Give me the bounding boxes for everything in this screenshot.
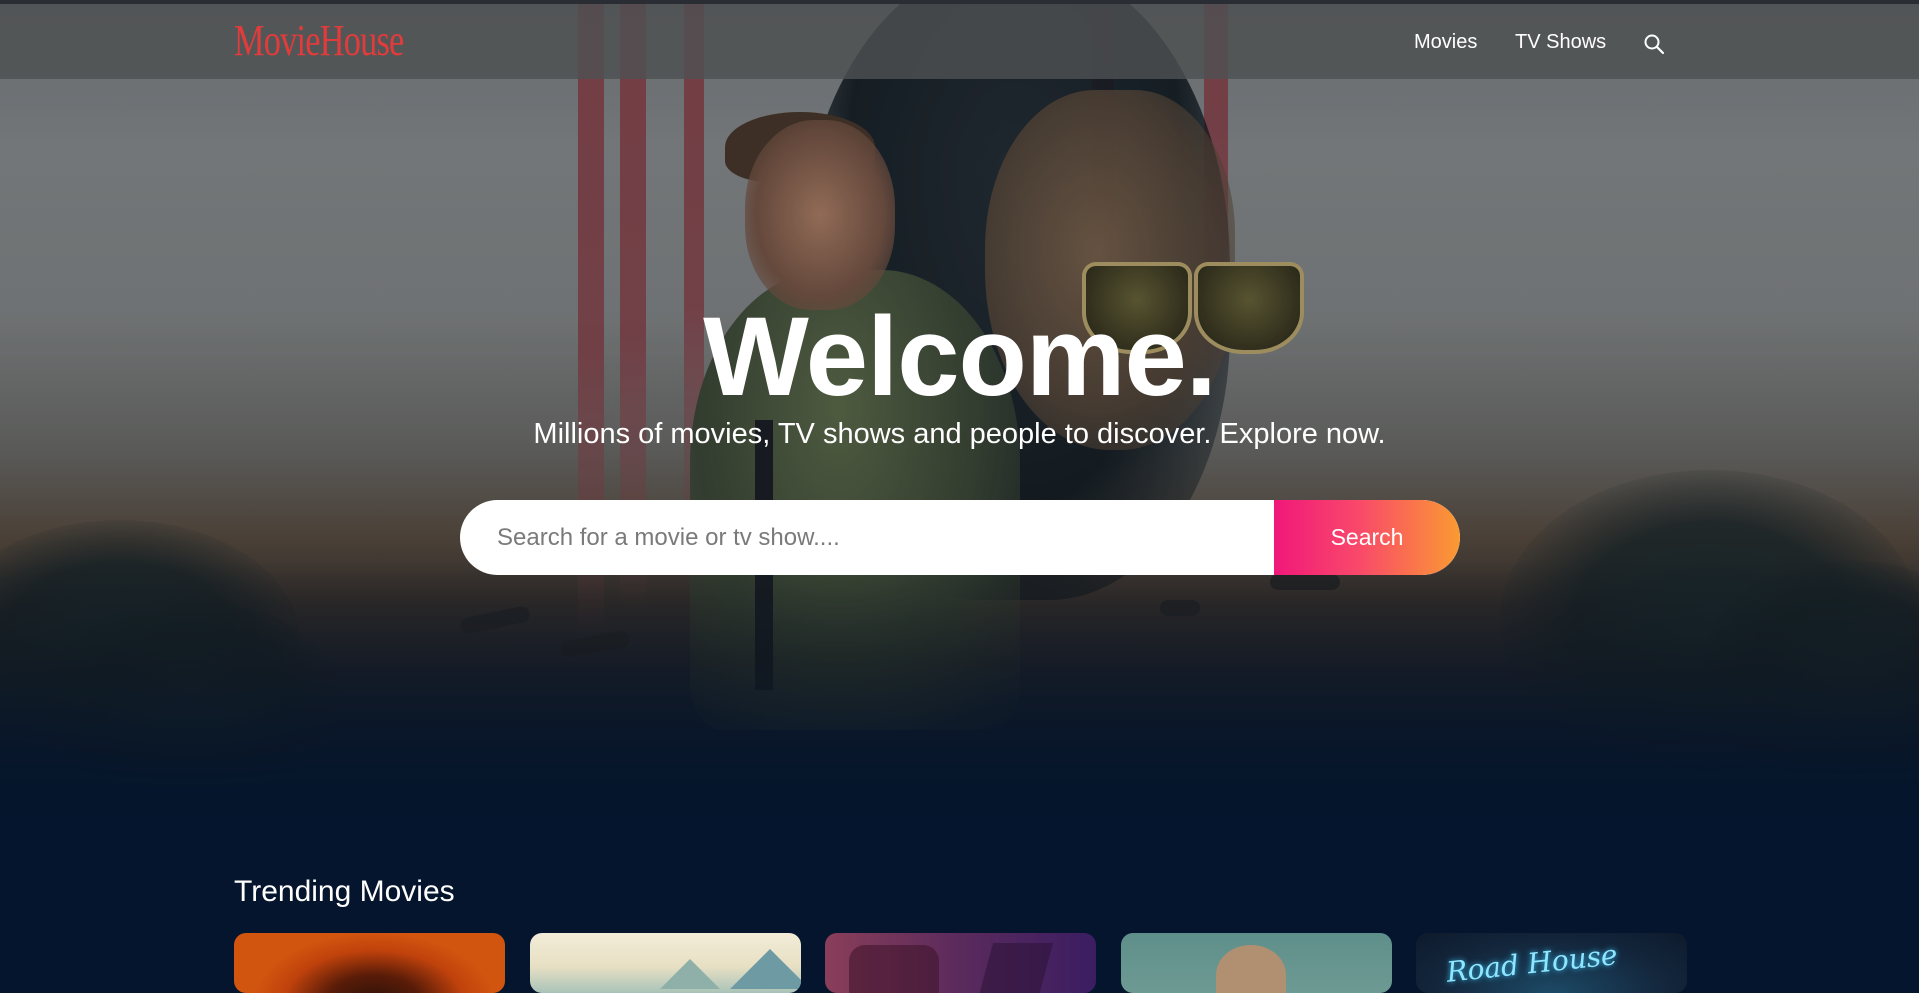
movie-card[interactable]: Road House <box>1416 933 1687 993</box>
site-logo[interactable]: MovieHouse <box>234 16 404 66</box>
search-icon[interactable] <box>1643 33 1665 55</box>
movie-poster <box>660 959 720 989</box>
search-button[interactable]: Search <box>1274 500 1460 575</box>
trending-movies-carousel: Road House <box>234 933 1687 993</box>
nav-tv-shows-link[interactable]: TV Shows <box>1515 30 1606 54</box>
movie-card[interactable] <box>234 933 505 993</box>
movie-card[interactable] <box>530 933 801 993</box>
hero-title: Welcome. <box>703 294 1217 419</box>
movie-poster <box>849 945 939 993</box>
movie-poster <box>1216 945 1286 993</box>
search-input[interactable] <box>460 500 1275 575</box>
hero-search-bar: Search <box>460 500 1460 575</box>
section-title-trending-movies: Trending Movies <box>234 875 455 908</box>
site-header: MovieHouse Movies TV Shows <box>0 4 1919 79</box>
movie-card[interactable] <box>825 933 1096 993</box>
top-border <box>0 0 1919 4</box>
movie-poster-title: Road House <box>1444 938 1620 989</box>
hero-subtitle: Millions of movies, TV shows and people … <box>533 418 1386 450</box>
nav-movies-link[interactable]: Movies <box>1414 30 1477 54</box>
movie-card[interactable] <box>1121 933 1392 993</box>
